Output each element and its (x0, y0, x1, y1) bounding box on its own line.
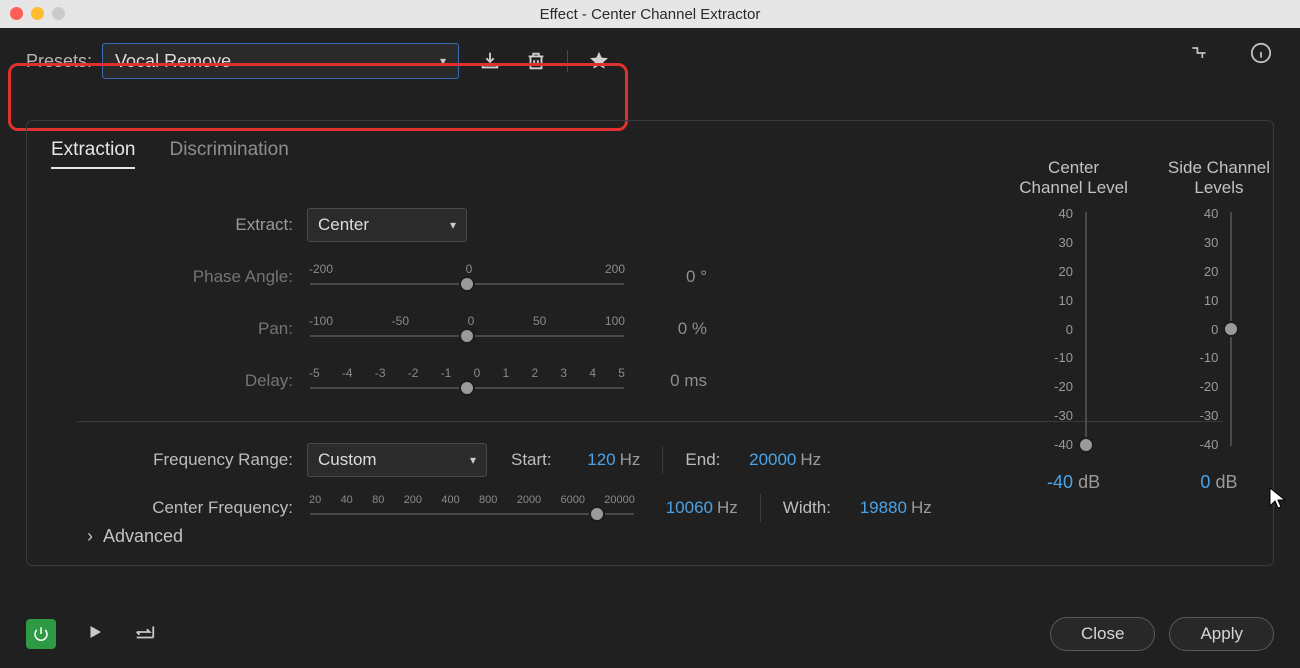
pan-ticks: -100-50050100 (307, 314, 627, 328)
extract-value: Center (318, 215, 369, 235)
chevron-down-icon: ▾ (470, 453, 476, 467)
start-label: Start: (511, 450, 552, 470)
zoom-window-icon[interactable] (52, 7, 65, 20)
save-preset-button[interactable] (475, 46, 505, 76)
close-window-icon[interactable] (10, 7, 23, 20)
presets-label: Presets: (26, 51, 92, 72)
slider-handle[interactable] (1223, 321, 1239, 337)
play-button[interactable] (86, 623, 104, 646)
side-level-slider[interactable] (1224, 206, 1238, 452)
presets-value: Vocal Remove (115, 51, 231, 72)
presets-dropdown[interactable]: Vocal Remove ▾ (102, 43, 459, 79)
loop-button[interactable] (134, 621, 156, 648)
delete-preset-button[interactable] (521, 46, 551, 76)
slider-handle[interactable] (459, 380, 475, 396)
delay-slider[interactable] (307, 380, 627, 396)
delay-ticks: -5-4-3-2-1012345 (307, 366, 627, 380)
side-level-ticks: 403020100-10-20-30-40 (1200, 206, 1225, 452)
side-level-title: Side Channel Levels (1168, 154, 1270, 206)
advanced-toggle[interactable]: › Advanced (87, 526, 183, 547)
width-input[interactable]: 19880 (831, 498, 907, 518)
pan-value: 0 % (627, 319, 717, 339)
unit-hz: Hz (800, 450, 821, 470)
divider (760, 494, 761, 522)
favorite-preset-button[interactable] (584, 46, 614, 76)
center-level-value: -40 dB (1047, 472, 1100, 493)
frequency-range-dropdown[interactable]: Custom ▾ (307, 443, 487, 477)
delay-value: 0 ms (627, 371, 717, 391)
side-level-value: 0 dB (1200, 472, 1237, 493)
slider-handle[interactable] (1078, 437, 1094, 453)
start-frequency-input[interactable]: 120 (552, 450, 616, 470)
unit-hz: Hz (620, 450, 641, 470)
divider (567, 50, 568, 72)
tab-discrimination[interactable]: Discrimination (169, 139, 288, 169)
footer-bar: Close Apply (0, 612, 1300, 656)
center-frequency-label: Center Frequency: (27, 498, 307, 518)
chevron-down-icon: ▾ (440, 54, 446, 68)
unit-hz: Hz (717, 498, 738, 518)
power-toggle[interactable] (26, 619, 56, 649)
phase-ticks: -2000200 (307, 262, 627, 276)
tab-extraction[interactable]: Extraction (51, 139, 135, 169)
phase-angle-value: 0 ° (627, 267, 717, 287)
chevron-down-icon: ▾ (450, 218, 456, 232)
center-frequency-input[interactable]: 10060 (637, 498, 713, 518)
close-button[interactable]: Close (1050, 617, 1155, 651)
center-level-slider[interactable] (1079, 206, 1093, 452)
slider-handle[interactable] (589, 506, 605, 522)
center-level-ticks: 403020100-10-20-30-40 (1054, 206, 1079, 452)
divider (662, 446, 663, 474)
advanced-label: Advanced (103, 526, 183, 547)
width-label: Width: (783, 498, 831, 518)
centerfreq-ticks: 2040802004008002000600020000 (307, 494, 637, 506)
info-button[interactable] (1246, 38, 1276, 68)
end-frequency-input[interactable]: 20000 (720, 450, 796, 470)
frequency-range-value: Custom (318, 450, 377, 470)
slider-handle[interactable] (459, 328, 475, 344)
extract-label: Extract: (27, 215, 307, 235)
pan-slider[interactable] (307, 328, 627, 344)
routing-button[interactable] (1184, 38, 1214, 68)
extract-dropdown[interactable]: Center ▾ (307, 208, 467, 242)
end-label: End: (685, 450, 720, 470)
center-frequency-slider[interactable] (307, 506, 637, 522)
unit-hz: Hz (911, 498, 932, 518)
frequency-range-label: Frequency Range: (27, 450, 307, 470)
window-titlebar: Effect - Center Channel Extractor (0, 0, 1300, 28)
minimize-window-icon[interactable] (31, 7, 44, 20)
phase-angle-slider[interactable] (307, 276, 627, 292)
pan-label: Pan: (27, 319, 307, 339)
phase-angle-label: Phase Angle: (27, 267, 307, 287)
center-level-title: Center Channel Level (1019, 154, 1128, 206)
chevron-right-icon: › (87, 526, 93, 547)
window-title: Effect - Center Channel Extractor (540, 6, 761, 23)
delay-label: Delay: (27, 371, 307, 391)
slider-handle[interactable] (459, 276, 475, 292)
apply-button[interactable]: Apply (1169, 617, 1274, 651)
preset-row: Presets: Vocal Remove ▾ (0, 28, 1300, 94)
